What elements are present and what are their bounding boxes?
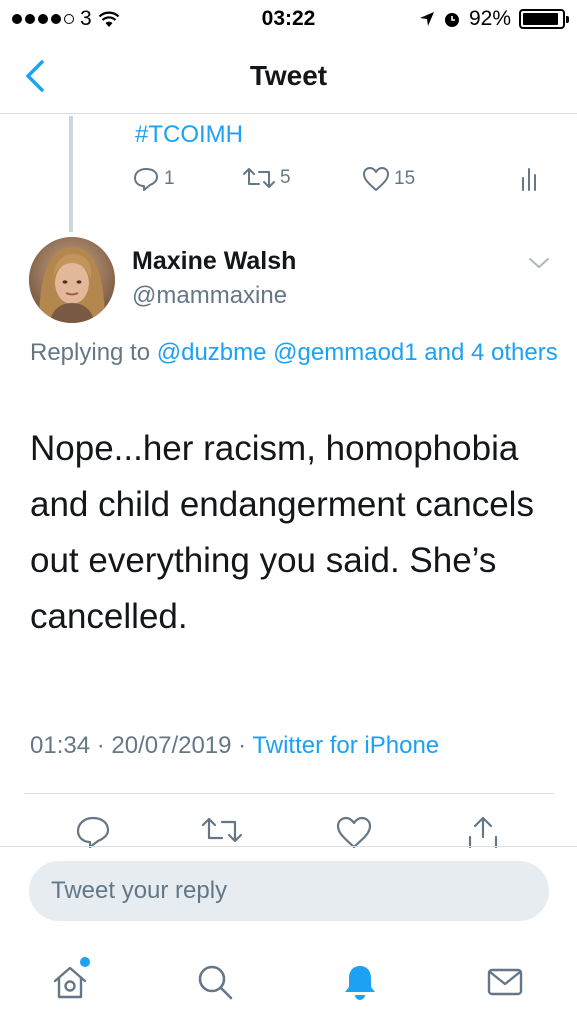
tab-search[interactable] — [193, 960, 237, 1004]
heart-icon — [363, 167, 389, 191]
parent-analytics-button[interactable] — [520, 166, 542, 192]
tab-notifications[interactable] — [338, 960, 382, 1004]
mention-link[interactable]: @duzbme — [157, 339, 267, 366]
retweet-icon[interactable] — [200, 815, 244, 845]
status-right-group: 92% — [419, 7, 569, 31]
author-handle[interactable]: @mammaxine — [132, 282, 287, 310]
retweet-icon — [243, 168, 275, 188]
parent-like-count: 15 — [394, 168, 416, 189]
mention-link[interactable]: @gemmaod1 — [273, 339, 417, 366]
author-name[interactable]: Maxine Walsh — [132, 247, 296, 276]
parent-like-button[interactable]: 15 — [362, 166, 415, 192]
mention-others-link[interactable]: and 4 others — [424, 339, 557, 366]
thread-connector-line — [69, 116, 73, 232]
page-title: Tweet — [249, 60, 328, 91]
tweet-text: Nope...her racism, homophobia and child … — [30, 429, 534, 636]
battery-percent: 92% — [468, 7, 511, 30]
reply-icon[interactable] — [74, 815, 112, 849]
status-bar: 3 03:22 92% — [0, 0, 577, 40]
battery-fill — [523, 13, 558, 25]
parent-retweet-button[interactable]: 5 — [242, 166, 291, 190]
tab-bar — [0, 938, 577, 1024]
chevron-down-icon[interactable] — [527, 255, 551, 271]
tweet-meta: 01:34 · 20/07/2019 · Twitter for iPhone — [30, 732, 439, 760]
notifications-icon — [345, 966, 375, 1000]
parent-retweet-count: 5 — [280, 167, 291, 188]
analytics-icon — [522, 168, 536, 191]
search-icon — [198, 965, 233, 1000]
divider — [24, 793, 554, 794]
tweet-timestamp: 01:34 · 20/07/2019 · — [30, 732, 253, 759]
nav-bar: Tweet — [0, 40, 577, 114]
tab-messages[interactable] — [483, 960, 527, 1004]
reply-composer — [0, 846, 577, 938]
reply-icon — [134, 168, 158, 191]
replying-to-line: Replying to @duzbme @gemmaod1 and 4 othe… — [30, 334, 560, 371]
tab-home[interactable] — [48, 957, 92, 1004]
location-arrow-icon — [419, 12, 434, 26]
battery-icon — [519, 9, 569, 29]
share-icon[interactable] — [465, 815, 501, 849]
hashtag-link[interactable]: #TCOIMH — [135, 121, 243, 149]
heart-icon[interactable] — [335, 815, 373, 849]
new-content-dot — [80, 957, 90, 967]
home-icon — [53, 966, 87, 999]
tweet-actions — [0, 815, 577, 849]
avatar-photo — [29, 237, 115, 323]
messages-icon — [487, 968, 523, 996]
avatar[interactable] — [29, 237, 115, 323]
parent-tweet-actions: 1 5 15 — [132, 166, 552, 198]
parent-reply-count: 1 — [164, 168, 175, 189]
replying-to-label: Replying to — [30, 339, 151, 366]
parent-reply-button[interactable]: 1 — [132, 166, 175, 192]
alarm-icon — [444, 13, 459, 27]
tweet-source-link[interactable]: Twitter for iPhone — [252, 732, 439, 759]
reply-input[interactable] — [29, 861, 549, 921]
